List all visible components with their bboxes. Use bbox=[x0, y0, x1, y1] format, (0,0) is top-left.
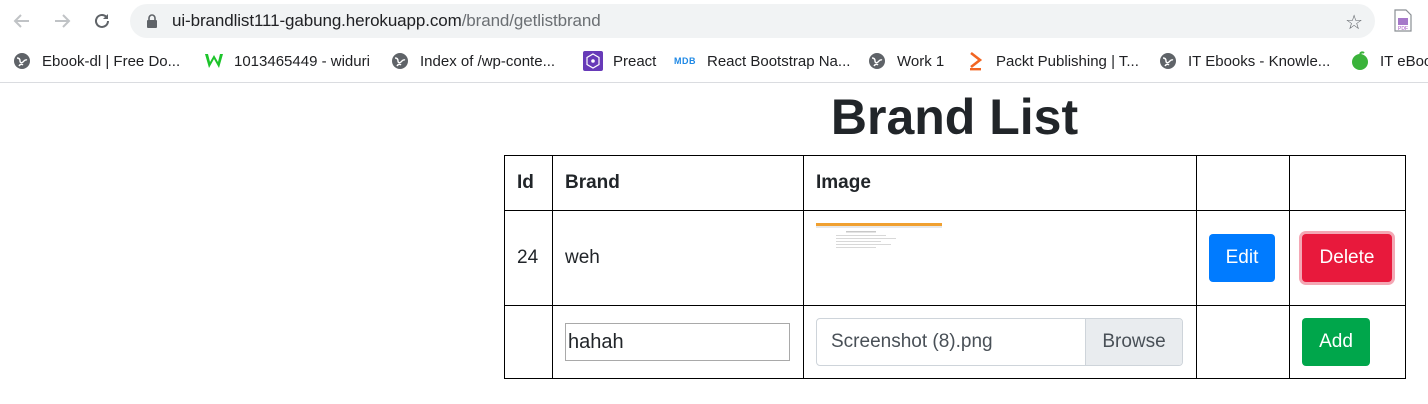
url-text: ui-brandlist111-gabung.herokuapp.com/bra… bbox=[172, 11, 601, 31]
cell-edit: Edit bbox=[1196, 210, 1290, 306]
bookmark-item[interactable]: Ebook-dl | Free Do... bbox=[12, 41, 180, 81]
bookmarks-bar: Ebook-dl | Free Do... 1013465449 - widur… bbox=[0, 41, 1428, 83]
cell-delete: Delete bbox=[1289, 210, 1406, 306]
reload-icon[interactable] bbox=[91, 10, 113, 32]
file-name-label: Screenshot (8).png bbox=[831, 331, 993, 352]
bookmark-item[interactable]: IT Ebooks - Knowle... bbox=[1158, 41, 1330, 81]
globe-icon bbox=[390, 51, 410, 71]
bookmark-label: IT eBoo bbox=[1380, 52, 1428, 70]
add-button[interactable]: Add bbox=[1302, 318, 1370, 366]
browse-button[interactable]: Browse bbox=[1085, 319, 1182, 365]
cell-add: Add bbox=[1289, 305, 1406, 379]
preact-icon bbox=[583, 51, 603, 71]
edit-button[interactable]: Edit bbox=[1209, 234, 1275, 282]
green-ball-icon bbox=[1350, 51, 1370, 71]
bookmark-item[interactable]: MDB React Bootstrap Na... bbox=[673, 41, 850, 81]
delete-button[interactable]: Delete bbox=[1302, 234, 1392, 282]
url-path: /brand/getlistbrand bbox=[461, 11, 601, 30]
svg-text:PDF: PDF bbox=[1398, 26, 1408, 32]
bookmark-label: Index of /wp-conte... bbox=[420, 52, 556, 70]
image-file-input[interactable]: Screenshot (8).png Browse bbox=[816, 318, 1183, 366]
address-bar[interactable]: ui-brandlist111-gabung.herokuapp.com/bra… bbox=[130, 4, 1375, 38]
lock-icon bbox=[147, 14, 157, 28]
cell-file-input: Screenshot (8).png Browse bbox=[803, 305, 1197, 379]
back-icon[interactable] bbox=[11, 10, 33, 32]
header-delete bbox=[1289, 155, 1406, 211]
cell-id: 24 bbox=[504, 210, 553, 306]
bookmark-item[interactable]: Index of /wp-conte... bbox=[390, 41, 555, 81]
bookmark-item[interactable]: IT eBoo bbox=[1350, 41, 1428, 81]
brand-table: Id Brand Image 24 weh Edit Delete hahah … bbox=[504, 155, 1406, 379]
table-header-row: Id Brand Image bbox=[504, 155, 1406, 211]
globe-icon bbox=[867, 51, 887, 71]
cell-id-empty bbox=[504, 305, 553, 379]
mdb-logo-text: MDB bbox=[674, 56, 696, 66]
pdf-extension-icon[interactable]: PDF bbox=[1394, 9, 1412, 32]
header-brand: Brand bbox=[552, 155, 804, 211]
bookmark-label: IT Ebooks - Knowle... bbox=[1188, 52, 1331, 70]
bookmark-label: Work 1 bbox=[897, 52, 945, 70]
mdb-icon: MDB bbox=[673, 51, 697, 71]
forward-icon[interactable] bbox=[51, 10, 73, 32]
bookmark-label: Ebook-dl | Free Do... bbox=[42, 52, 181, 70]
bookmark-label: React Bootstrap Na... bbox=[707, 52, 851, 70]
table-row: 24 weh Edit Delete bbox=[504, 210, 1406, 306]
url-host: ui-brandlist111-gabung.herokuapp.com bbox=[172, 11, 462, 30]
new-brand-row: Screenshot (8).png Browse Add bbox=[504, 305, 1406, 379]
star-icon[interactable]: ☆ bbox=[1345, 10, 1363, 35]
page-title: Brand List bbox=[830, 89, 1079, 145]
brand-image-thumbnail bbox=[816, 223, 942, 251]
header-id: Id bbox=[504, 155, 553, 211]
globe-icon bbox=[12, 51, 32, 71]
cell-image bbox=[803, 210, 1197, 306]
cell-empty bbox=[1196, 305, 1290, 379]
bookmark-label: Preact bbox=[613, 52, 657, 70]
wattpad-w-icon bbox=[204, 51, 224, 71]
cell-brand-input bbox=[552, 305, 804, 379]
bookmark-item[interactable]: Work 1 bbox=[867, 41, 944, 81]
header-edit bbox=[1196, 155, 1290, 211]
cell-brand: weh bbox=[552, 210, 804, 306]
bookmark-label: 1013465449 - widuri bbox=[234, 52, 370, 70]
bookmark-item[interactable]: Preact bbox=[583, 41, 656, 81]
browser-toolbar: ui-brandlist111-gabung.herokuapp.com/bra… bbox=[0, 0, 1428, 41]
packt-icon bbox=[966, 51, 986, 71]
brand-name-input[interactable] bbox=[565, 323, 790, 361]
header-image: Image bbox=[803, 155, 1197, 211]
bookmark-item[interactable]: 1013465449 - widuri bbox=[204, 41, 370, 81]
globe-icon bbox=[1158, 51, 1178, 71]
bookmark-label: Packt Publishing | T... bbox=[996, 52, 1139, 70]
bookmark-item[interactable]: Packt Publishing | T... bbox=[966, 41, 1139, 81]
